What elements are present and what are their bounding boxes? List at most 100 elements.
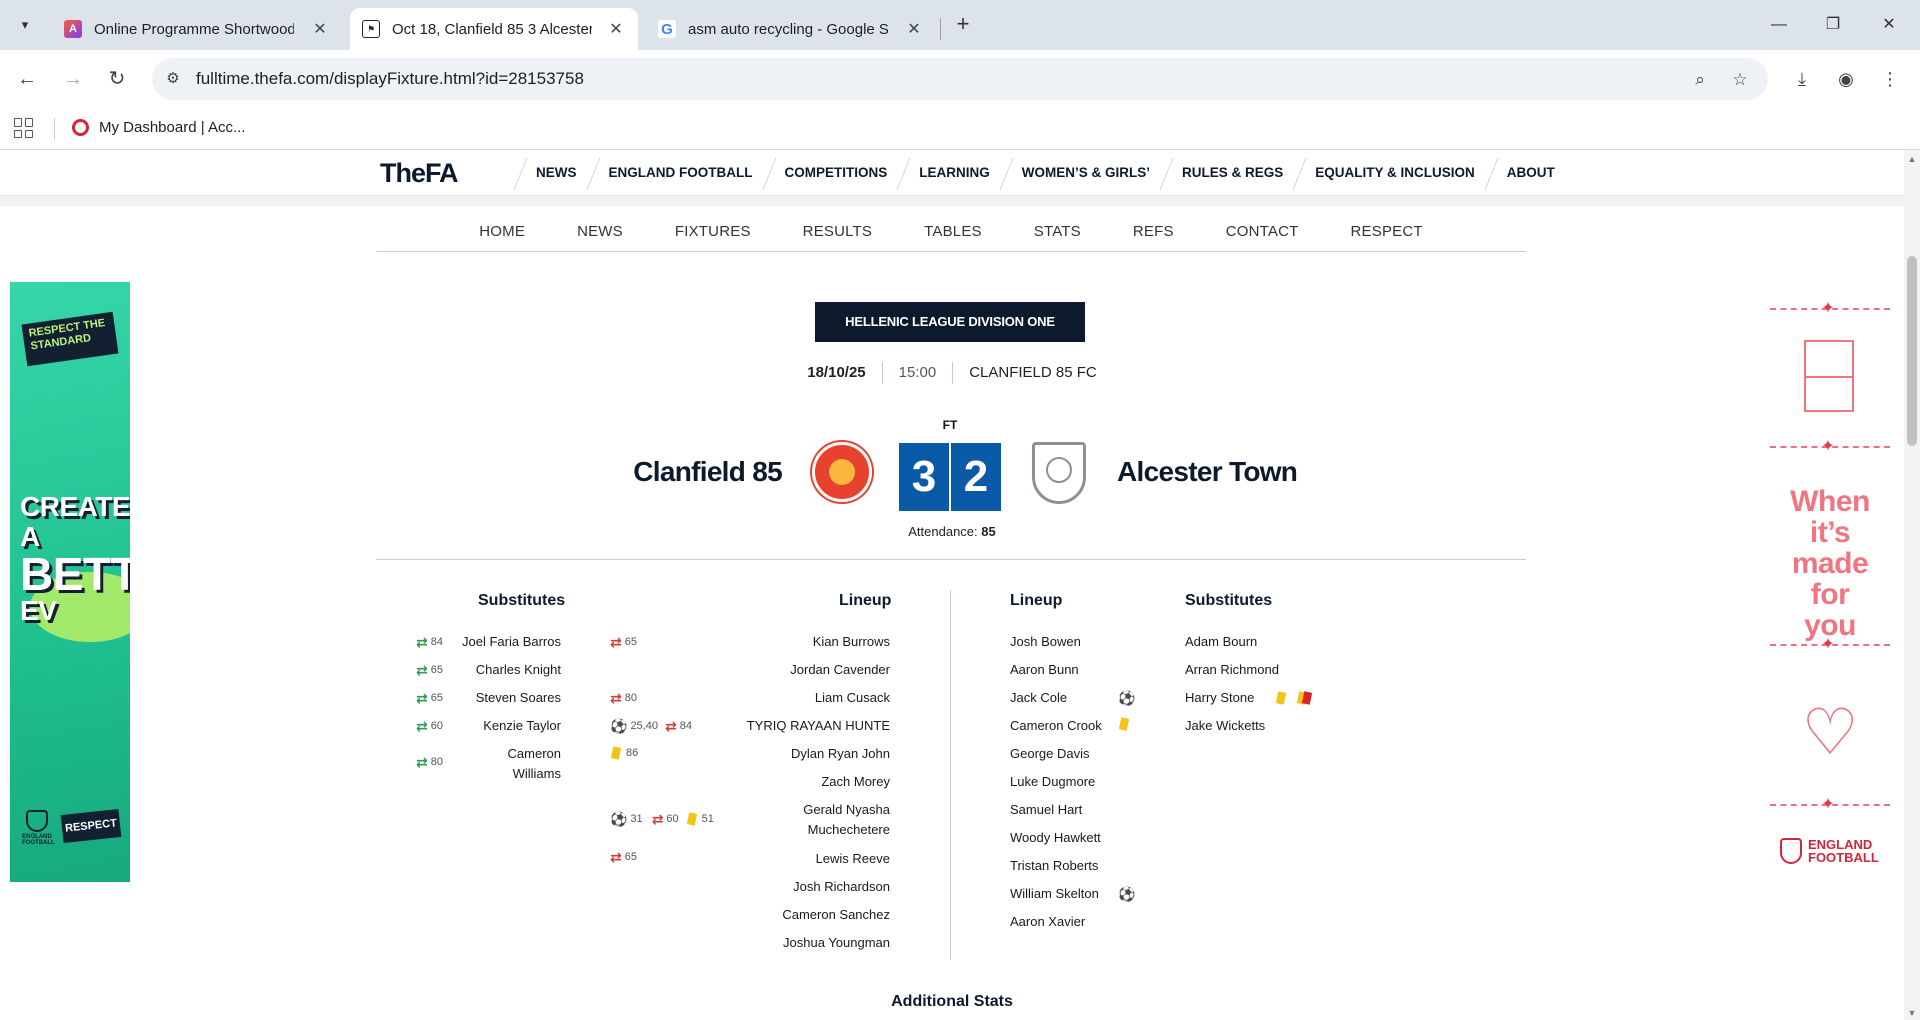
close-icon[interactable]: ✕ xyxy=(904,19,924,39)
tab-search-button[interactable]: ▾ xyxy=(10,8,40,42)
scroll-up-icon[interactable]: ▲ xyxy=(1904,154,1920,164)
ad-line2: BETTER xyxy=(20,548,130,600)
away-lineup-player[interactable]: Jack Cole xyxy=(1010,688,1067,708)
away-sub-player[interactable]: Jake Wicketts xyxy=(1185,716,1265,736)
home-team-name[interactable]: Clanfield 85 xyxy=(600,456,782,488)
fa-nav-england-football[interactable]: ENGLAND FOOTBALL xyxy=(593,150,769,196)
fa-nav-competitions[interactable]: COMPETITIONS xyxy=(769,150,904,196)
home-lineup-player[interactable]: Dylan Ryan John xyxy=(700,744,890,764)
new-tab-button[interactable]: + xyxy=(948,10,978,40)
home-lineup-player[interactable]: Joshua Youngman xyxy=(700,933,890,953)
page-scrollbar[interactable]: ▲ ▼ xyxy=(1904,150,1920,1020)
home-sub-player[interactable]: Cameron Williams xyxy=(480,744,561,784)
ft-nav-fixtures[interactable]: FIXTURES xyxy=(649,220,777,252)
away-lineup-player[interactable]: George Davis xyxy=(1010,744,1089,764)
home-lineup-player[interactable]: Jordan Cavender xyxy=(700,660,890,680)
fa-nav-learning[interactable]: LEARNING xyxy=(903,150,1006,196)
home-sub-player[interactable]: Charles Knight xyxy=(440,660,561,680)
home-sub-player[interactable]: Steven Soares xyxy=(440,688,561,708)
bookmark-star-icon[interactable]: ☆ xyxy=(1728,68,1752,92)
canva-favicon-icon: A xyxy=(64,20,82,38)
scroll-down-icon[interactable]: ▼ xyxy=(1904,1008,1920,1018)
fa-nav-about[interactable]: ABOUT xyxy=(1491,150,1571,196)
away-team-name[interactable]: Alcester Town xyxy=(1117,456,1367,488)
plus-icon: + xyxy=(956,11,970,36)
away-lineup-player[interactable]: Luke Dugmore xyxy=(1010,772,1095,792)
minimize-button[interactable]: — xyxy=(1756,8,1802,42)
reload-button[interactable]: ↻ xyxy=(102,64,132,94)
home-lineup-player[interactable]: Liam Cusack xyxy=(700,688,890,708)
substitution-icon: ⇄ xyxy=(416,634,428,650)
away-subs-heading: Substitutes xyxy=(1185,592,1273,609)
logo-fa: FA xyxy=(425,158,459,188)
competition-badge[interactable]: HELLENIC LEAGUE DIVISION ONE xyxy=(815,302,1085,342)
forward-button[interactable]: → xyxy=(58,64,88,94)
ft-nav-news[interactable]: NEWS xyxy=(551,220,649,252)
zoom-icon[interactable]: ⌕ xyxy=(1688,68,1712,92)
ad-right-england[interactable]: ✦ ✦ When it’s made for you ✦ ♡ ✦ ENGLAND… xyxy=(1768,298,1892,878)
tab-online-programme[interactable]: A Online Programme Shortwood ✕ xyxy=(52,8,342,50)
scrollbar-thumb[interactable] xyxy=(1907,256,1917,446)
fa-nav-rules-regs[interactable]: RULES & REGS xyxy=(1166,150,1299,196)
home-lineup-player[interactable]: TYRIQ RAYAAN HUNTE xyxy=(700,716,890,736)
home-lineup-player[interactable]: Cameron Sanchez xyxy=(700,905,890,925)
ft-nav-respect[interactable]: RESPECT xyxy=(1325,220,1449,252)
ad-star-icon: ✦ xyxy=(1821,796,1835,813)
restore-icon: ❐ xyxy=(1825,16,1841,33)
ft-nav-results[interactable]: RESULTS xyxy=(777,220,898,252)
ad-star-icon: ✦ xyxy=(1821,300,1835,317)
fa-nav-news[interactable]: NEWS xyxy=(520,150,593,196)
tab-title: Online Programme Shortwood xyxy=(94,20,294,38)
away-sub-player[interactable]: Adam Bourn xyxy=(1185,632,1257,652)
away-lineup-player[interactable]: Aaron Xavier xyxy=(1010,912,1085,932)
home-sub-player[interactable]: Joel Faria Barros xyxy=(440,632,561,652)
away-lineup-player[interactable]: Aaron Bunn xyxy=(1010,660,1079,680)
ft-nav-home[interactable]: HOME xyxy=(453,220,551,252)
cards-event xyxy=(1275,691,1312,705)
ft-nav-tables[interactable]: TABLES xyxy=(898,220,1008,252)
home-lineup-player[interactable]: Zach Morey xyxy=(700,772,890,792)
url-text[interactable]: fulltime.thefa.com/displayFixture.html?i… xyxy=(196,69,584,89)
fa-favicon-icon: ⚑ xyxy=(362,20,380,38)
profile-icon[interactable]: ◉ xyxy=(1832,65,1860,93)
address-bar[interactable]: ⚙ fulltime.thefa.com/displayFixture.html… xyxy=(152,58,1768,100)
away-lineup-player[interactable]: William Skelton xyxy=(1010,884,1099,904)
menu-kebab-icon[interactable]: ⋮ xyxy=(1876,65,1904,93)
home-lineup-player[interactable]: Josh Richardson xyxy=(700,877,890,897)
away-lineup-player[interactable]: Cameron Crook xyxy=(1010,716,1102,736)
tab-title: Oct 18, Clanfield 85 3 Alcester T xyxy=(392,20,592,38)
tab-google-search[interactable]: G asm auto recycling - Google Se ✕ xyxy=(646,8,936,50)
away-sub-player[interactable]: Arran Richmond xyxy=(1185,660,1279,680)
close-icon[interactable]: ✕ xyxy=(606,19,626,39)
ft-nav-stats[interactable]: STATS xyxy=(1008,220,1107,252)
away-lineup-player[interactable]: Samuel Hart xyxy=(1010,800,1082,820)
ad-star-icon: ✦ xyxy=(1821,636,1835,653)
site-info-icon[interactable]: ⚙ xyxy=(162,68,184,90)
download-icon[interactable]: ⤓ xyxy=(1788,65,1816,93)
team-divider xyxy=(950,590,951,960)
away-sub-player[interactable]: Harry Stone xyxy=(1185,688,1254,708)
ft-nav-contact[interactable]: CONTACT xyxy=(1200,220,1325,252)
away-lineup-player[interactable]: Tristan Roberts xyxy=(1010,856,1098,876)
football-icon: ⚽ xyxy=(1118,886,1136,902)
bookmark-my-dashboard[interactable]: My Dashboard | Acc... xyxy=(72,119,245,136)
away-lineup-player[interactable]: Josh Bowen xyxy=(1010,632,1081,652)
home-lineup-player[interactable]: Lewis Reeve xyxy=(700,849,890,869)
home-sub-player[interactable]: Kenzie Taylor xyxy=(440,716,561,736)
fa-logo[interactable]: TheFA xyxy=(380,158,459,189)
fa-nav-womens-girls[interactable]: WOMEN’S & GIRLS’ xyxy=(1006,150,1166,196)
close-icon[interactable]: ✕ xyxy=(310,19,330,39)
restore-button[interactable]: ❐ xyxy=(1810,8,1856,42)
sub-on-event: ⇄ 80 xyxy=(416,755,443,769)
ft-nav-refs[interactable]: REFS xyxy=(1107,220,1200,252)
match-status: FT xyxy=(942,418,958,432)
england-football-logo: ENGLAND FOOTBALL xyxy=(1780,838,1890,864)
apps-grid-icon[interactable] xyxy=(14,118,34,138)
home-lineup-player[interactable]: Gerald Nyasha Muchechetere xyxy=(790,800,890,840)
fa-nav-equality-inclusion[interactable]: EQUALITY & INCLUSION xyxy=(1299,150,1491,196)
tab-fixture[interactable]: ⚑ Oct 18, Clanfield 85 3 Alcester T ✕ xyxy=(350,8,638,50)
back-button[interactable]: ← xyxy=(12,64,42,94)
close-window-button[interactable]: ✕ xyxy=(1866,8,1912,42)
home-lineup-player[interactable]: Kian Burrows xyxy=(700,632,890,652)
away-lineup-player[interactable]: Woody Hawkett xyxy=(1010,828,1101,848)
